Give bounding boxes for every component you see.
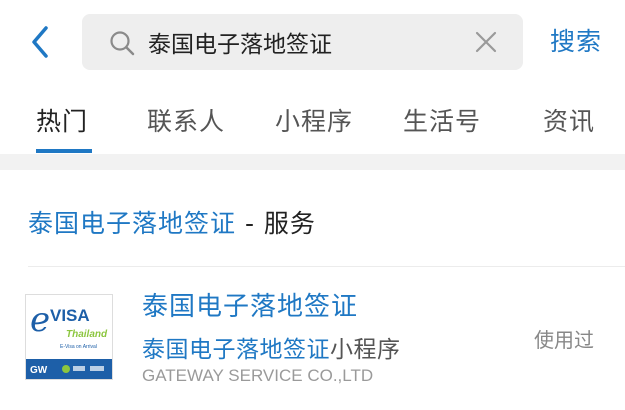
result-subtitle-keyword: 泰国电子落地签证: [142, 337, 330, 363]
section-divider: [0, 154, 625, 170]
results-card: 泰国电子落地签证 - 服务 e VISA Thailand E-Visa on …: [0, 170, 625, 410]
tab-news[interactable]: 资讯: [543, 102, 595, 138]
evisa-logo-image: e VISA Thailand E-Visa on Arrival GW: [26, 295, 112, 379]
logo-tagline: E-Visa on Arrival: [60, 344, 97, 350]
result-company: GATEWAY SERVICE CO.,LTD: [142, 366, 374, 385]
logo-footer-mark: GW: [30, 365, 48, 376]
active-tab-indicator: [36, 149, 92, 153]
section-title-keyword: 泰国电子落地签证: [28, 209, 237, 238]
logo-country: Thailand: [66, 329, 108, 340]
row-divider: [28, 266, 625, 267]
back-button[interactable]: [22, 22, 62, 62]
tab-hot[interactable]: 热门: [36, 102, 88, 138]
close-icon[interactable]: [472, 28, 500, 56]
result-subtitle-type: 小程序: [330, 337, 401, 363]
used-status: 使用过: [534, 328, 594, 352]
evisa-logo[interactable]: e VISA Thailand E-Visa on Arrival GW: [25, 294, 113, 380]
search-bar[interactable]: [82, 14, 523, 70]
top-bar: 搜索 热门 联系人 小程序 生活号 资讯: [0, 0, 625, 154]
section-title: 泰国电子落地签证 - 服务: [28, 204, 316, 240]
logo-brand: VISA: [50, 306, 90, 325]
section-title-suffix: - 服务: [236, 209, 316, 238]
search-icon: [110, 31, 135, 56]
logo-brand-initial: e: [30, 300, 50, 340]
tab-contacts[interactable]: 联系人: [147, 102, 225, 138]
tab-life-accounts[interactable]: 生活号: [403, 102, 481, 138]
result-subtitle: 泰国电子落地签证小程序: [142, 330, 401, 364]
search-input[interactable]: [148, 22, 448, 62]
chevron-left-icon: [32, 26, 48, 58]
tab-mini-programs[interactable]: 小程序: [275, 102, 353, 138]
search-button[interactable]: 搜索: [550, 22, 602, 58]
result-title[interactable]: 泰国电子落地签证: [142, 286, 358, 323]
